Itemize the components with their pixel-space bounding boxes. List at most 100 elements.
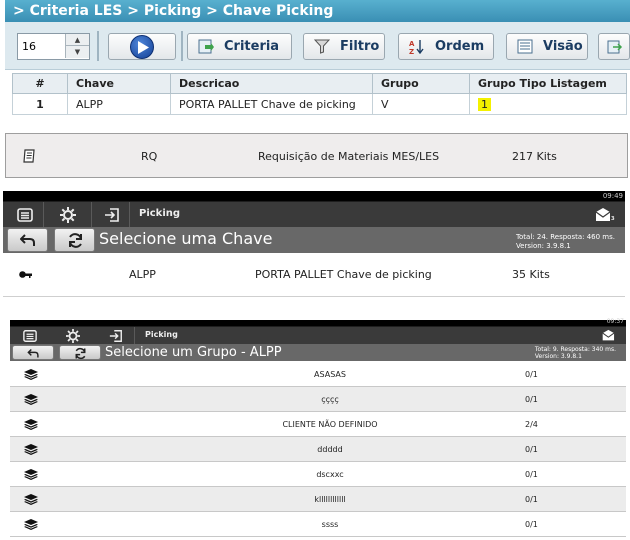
row-group-list-type[interactable]: 1 (469, 93, 627, 115)
refresh-button[interactable] (54, 228, 95, 252)
column-header[interactable]: Chave (67, 73, 171, 94)
response-summary: Total: 9. Resposta: 340 ms. (534, 346, 616, 353)
column-header[interactable]: Descricao (170, 73, 373, 94)
requisition-count: 217 Kits (512, 150, 557, 163)
column-header[interactable]: Grupo (372, 73, 470, 94)
play-icon (130, 35, 154, 59)
nav-divider (134, 327, 135, 345)
group-count: 0/1 (525, 395, 538, 404)
list-item[interactable]: ddddd 0/1 (10, 437, 626, 462)
app-name: Picking (139, 208, 181, 219)
group-count: 0/1 (525, 495, 538, 504)
spinner-up-icon[interactable]: ▲ (65, 34, 89, 46)
list-item[interactable]: ASASAS 0/1 (10, 362, 626, 387)
sort-label: Ordem (435, 39, 485, 54)
gear-icon[interactable] (66, 329, 80, 343)
list-item[interactable]: kllllllllllll 0/1 (10, 487, 626, 512)
list-item[interactable]: dscxxc 0/1 (10, 462, 626, 487)
filter-button[interactable]: Filtro (303, 33, 385, 60)
key-description: PORTA PALLET Chave de picking (255, 268, 432, 281)
toolbar-divider (181, 31, 183, 61)
svg-text:38: 38 (611, 216, 615, 222)
column-header[interactable]: Grupo Tipo Listagem (469, 73, 627, 94)
export-button[interactable] (598, 33, 630, 60)
response-info: Total: 9. Resposta: 340 ms. Version: 3.9… (535, 346, 616, 360)
requisition-row[interactable]: RQ Requisição de Materiais MES/LES 217 K… (5, 133, 628, 178)
filter-label: Filtro (340, 39, 380, 54)
svg-text:Z: Z (409, 48, 414, 54)
group-count: 2/4 (525, 420, 538, 429)
refresh-icon (69, 233, 82, 248)
mobile-select-group-screen: 09:37 Picking Selecione um Grupo - ALPP … (10, 318, 626, 540)
page-size-spinner[interactable]: ▲ ▼ (17, 33, 90, 60)
view-label: Visão (543, 39, 583, 54)
top-nav-bar: Picking 38 (3, 201, 625, 228)
table-row[interactable]: 1 ALPP PORTA PALLET Chave de picking V 1 (12, 93, 627, 115)
row-description: PORTA PALLET Chave de picking (170, 93, 373, 115)
svg-text:A: A (409, 40, 415, 48)
app-name: Picking (145, 330, 178, 339)
version-label: Version: 3.9.8.1 (515, 242, 571, 250)
breadcrumb: > Criteria LES > Picking > Chave Picking (5, 0, 630, 22)
row-key: ALPP (67, 93, 171, 115)
title-bar: Selecione uma Chave Total: 24. Resposta:… (3, 227, 625, 253)
status-bar: 09:49 (3, 191, 625, 201)
back-arrow-icon (20, 234, 35, 246)
menu-icon[interactable] (23, 329, 37, 343)
key-icon (19, 271, 32, 278)
run-button[interactable] (108, 33, 176, 60)
mobile-select-key-screen: 09:49 Picking 38 (3, 191, 625, 301)
row-number: 1 (12, 93, 68, 115)
nav-divider (43, 202, 44, 228)
view-icon (517, 39, 533, 54)
page-size-input[interactable] (18, 34, 64, 59)
row-group: V (372, 93, 470, 115)
group-count: 0/1 (525, 445, 538, 454)
back-button[interactable] (12, 345, 54, 360)
mail-icon[interactable] (600, 329, 620, 342)
list-item[interactable]: ALPP PORTA PALLET Chave de picking 35 Ki… (3, 253, 625, 297)
criteria-button[interactable]: Criteria (187, 33, 292, 60)
group-count: 0/1 (525, 470, 538, 479)
highlighted-cell-value: 1 (478, 97, 491, 111)
criteria-icon (198, 39, 214, 54)
refresh-icon (75, 347, 86, 360)
logout-icon[interactable] (109, 329, 123, 343)
sort-button[interactable]: A Z Ordem (398, 33, 494, 60)
sort-az-icon: A Z (409, 40, 424, 54)
list-item[interactable]: çççç 0/1 (10, 387, 626, 412)
spinner-down-icon[interactable]: ▼ (65, 46, 89, 58)
page-title: Selecione um Grupo - ALPP (105, 345, 282, 360)
menu-icon[interactable] (17, 207, 33, 223)
back-button[interactable] (7, 228, 48, 252)
mail-icon[interactable]: 38 (595, 207, 615, 223)
status-time: 09:49 (602, 192, 623, 200)
page-title: Selecione uma Chave (99, 229, 273, 248)
view-button[interactable]: Visão (506, 33, 588, 60)
document-icon (23, 149, 35, 163)
requisition-description: Requisição de Materiais MES/LES (258, 150, 440, 163)
response-info: Total: 24. Resposta: 460 ms. Version: 3.… (516, 233, 615, 251)
export-icon (607, 40, 623, 54)
version-label: Version: 3.9.8.1 (534, 353, 582, 360)
group-count: 0/1 (525, 520, 538, 529)
key-count: 35 Kits (512, 268, 550, 281)
response-summary: Total: 24. Resposta: 460 ms. (515, 233, 615, 241)
toolbar-divider (97, 31, 99, 61)
nav-divider (129, 202, 130, 228)
back-arrow-icon (27, 348, 39, 358)
gear-icon[interactable] (60, 207, 76, 223)
title-bar: Selecione um Grupo - ALPP Total: 9. Resp… (10, 344, 626, 361)
refresh-button[interactable] (59, 345, 101, 360)
key-code: ALPP (129, 268, 156, 281)
list-item[interactable]: ssss 0/1 (10, 512, 626, 537)
logout-icon[interactable] (104, 207, 120, 223)
list-item[interactable]: CLIENTE NÃO DEFINIDO 2/4 (10, 412, 626, 437)
requisition-code: RQ (141, 150, 158, 163)
column-header[interactable]: # (12, 73, 68, 94)
picking-key-table: # Chave Descricao Grupo Grupo Tipo Lista… (12, 73, 627, 115)
status-time: 09:37 (606, 318, 624, 325)
top-nav-bar: Picking (10, 326, 626, 345)
desktop-picking-screen: > Criteria LES > Picking > Chave Picking… (0, 0, 630, 115)
nav-divider (91, 202, 92, 228)
